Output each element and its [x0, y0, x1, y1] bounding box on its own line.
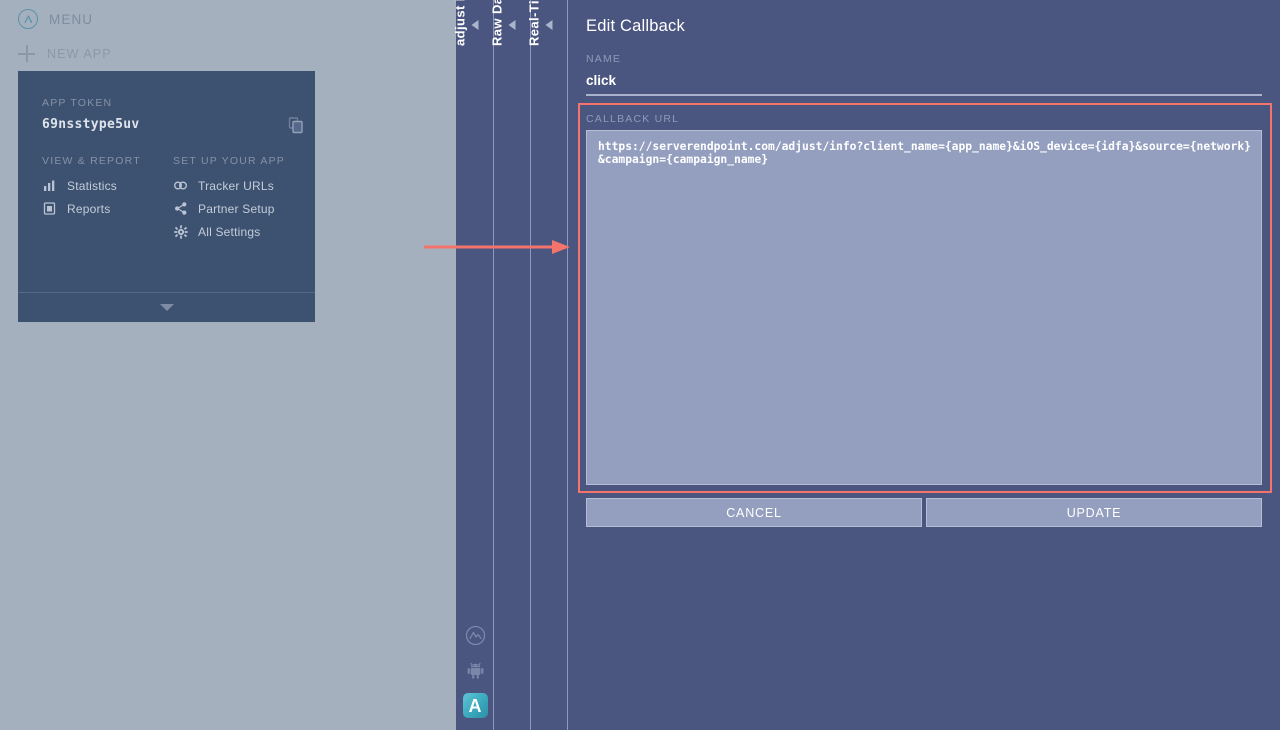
sidebar-item-label: Statistics [67, 178, 118, 193]
app-token-label: APP TOKEN [42, 97, 113, 109]
left-page: MENU NEW APP APP TOKEN 69nsstype5uv VIEW… [0, 0, 456, 730]
new-app-button[interactable]: NEW APP [18, 45, 112, 62]
setup-your-app-list: Tracker URLs Partner Setup All Settings [173, 174, 275, 243]
edit-callback-panel: Edit Callback NAME click CALLBACK URL ht… [568, 0, 1280, 730]
tab-label: Raw Data Export [490, 0, 505, 46]
name-field-underline [586, 94, 1262, 96]
share-nodes-icon [173, 201, 188, 216]
plus-icon [18, 45, 35, 62]
page-title: Edit Callback [586, 17, 685, 35]
tab-label: adjust Demo App [452, 0, 467, 46]
action-button-row: CANCEL UPDATE [586, 498, 1262, 527]
view-report-list: Statistics Reports [42, 174, 117, 220]
update-button[interactable]: UPDATE [926, 498, 1262, 527]
caret-left-icon [508, 20, 516, 30]
adjust-circle-icon[interactable] [465, 625, 486, 646]
app-card-expand-button[interactable] [18, 292, 315, 322]
vertical-tab-rail: adjust Demo App Raw Data Export Real-Tim… [452, 0, 568, 730]
tab-label: Real-Time Callbacks [527, 0, 542, 46]
sidebar-item-label: All Settings [198, 224, 261, 239]
sidebar-item-label: Tracker URLs [198, 178, 274, 193]
bar-chart-icon [42, 178, 57, 193]
report-document-icon [42, 201, 57, 216]
caret-left-icon [471, 20, 478, 30]
gear-icon [173, 224, 188, 239]
callback-url-label: CALLBACK URL [586, 113, 680, 125]
chevron-down-icon [159, 304, 174, 311]
view-report-label: VIEW & REPORT [42, 155, 141, 167]
link-chain-icon [173, 178, 188, 193]
name-field-label: NAME [586, 53, 622, 65]
sidebar-item-tracker-urls[interactable]: Tracker URLs [173, 174, 275, 197]
callback-url-input[interactable]: https://serverendpoint.com/adjust/info?c… [586, 130, 1262, 485]
app-root: MENU NEW APP APP TOKEN 69nsstype5uv VIEW… [0, 0, 1280, 730]
app-card: APP TOKEN 69nsstype5uv VIEW & REPORT SET… [18, 71, 315, 322]
new-app-label: NEW APP [47, 46, 112, 61]
app-token-value: 69nsstype5uv [42, 117, 140, 132]
callback-url-value: https://serverendpoint.com/adjust/info?c… [598, 140, 1251, 167]
sidebar-item-all-settings[interactable]: All Settings [173, 220, 275, 243]
sidebar-item-reports[interactable]: Reports [42, 197, 117, 220]
sidebar-item-statistics[interactable]: Statistics [42, 174, 117, 197]
tab-real-time-callbacks[interactable]: Real-Time Callbacks [527, 0, 568, 730]
adjust-logo-icon [18, 9, 38, 29]
menu-button[interactable]: MENU [18, 8, 93, 30]
rail-icon-group: A [456, 625, 494, 718]
menu-label: MENU [49, 11, 94, 27]
android-robot-icon[interactable] [465, 659, 486, 680]
copy-icon[interactable] [288, 117, 304, 134]
app-icon[interactable]: A [462, 693, 488, 718]
sidebar-item-partner-setup[interactable]: Partner Setup [173, 197, 275, 220]
tab-raw-data-export[interactable]: Raw Data Export [490, 0, 531, 730]
sidebar-item-label: Reports [67, 201, 111, 216]
sidebar-item-label: Partner Setup [198, 201, 275, 216]
tab-adjust-demo-app[interactable]: adjust Demo App [452, 0, 494, 730]
name-input[interactable]: click [586, 73, 616, 88]
caret-left-icon [545, 20, 553, 30]
app-card-body: APP TOKEN 69nsstype5uv VIEW & REPORT SET… [18, 71, 315, 291]
setup-your-app-label: SET UP YOUR APP [173, 155, 285, 167]
cancel-button[interactable]: CANCEL [586, 498, 922, 527]
